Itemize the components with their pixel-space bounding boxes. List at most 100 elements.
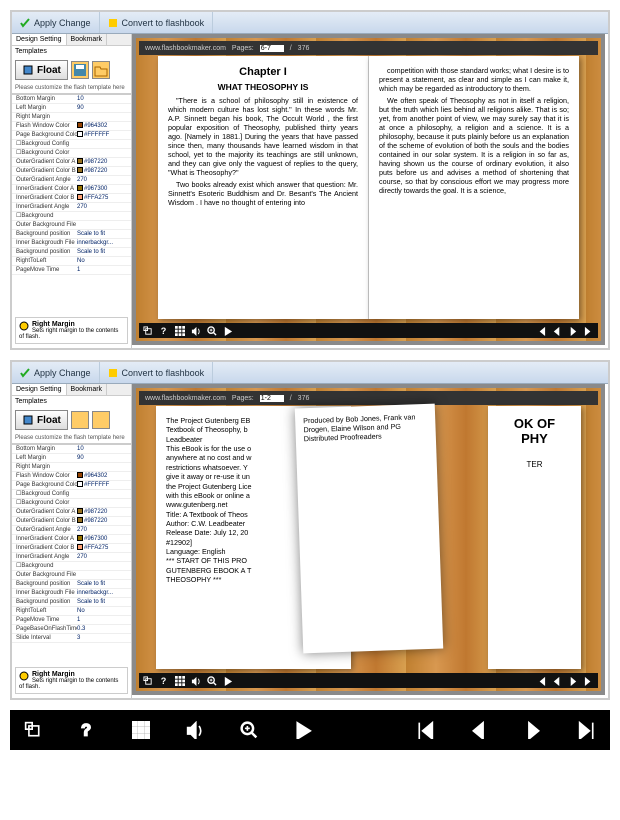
prop-row[interactable]: InnerGradient Color A#967300 [12, 535, 131, 544]
prop-row[interactable]: OuterGradient Color A#987220 [12, 158, 131, 167]
sound-icon[interactable] [191, 326, 201, 336]
prop-row[interactable]: Background positionScale to fit [12, 230, 131, 239]
prop-row[interactable]: Background positionScale to fit [12, 248, 131, 257]
prop-row[interactable]: PageMove Time1 [12, 266, 131, 275]
prop-row[interactable]: ☐Backgroud Config [12, 490, 131, 499]
zoom-icon[interactable] [240, 721, 258, 739]
tab-bookmark[interactable]: Bookmark [67, 34, 108, 45]
sound-icon[interactable] [191, 676, 201, 686]
book-page-left: Chapter I WHAT THEOSOPHY IS "There is a … [158, 56, 369, 319]
tab-design[interactable]: Design Setting [12, 384, 67, 395]
flipping-page: Produced by Bob Jones, Frank van Drogen,… [295, 404, 443, 654]
full-icon[interactable] [143, 326, 153, 336]
prop-row[interactable]: OuterGradient Color A#987220 [12, 508, 131, 517]
prop-row[interactable]: Outer Background File [12, 571, 131, 580]
play-icon[interactable] [223, 326, 233, 336]
first-icon[interactable] [416, 721, 434, 739]
svg-text:?: ? [81, 722, 91, 739]
full-icon[interactable] [24, 721, 42, 739]
first-icon[interactable] [536, 676, 546, 686]
prop-row[interactable]: ☐Backgroud Config [12, 140, 131, 149]
thumb-icon[interactable] [132, 721, 150, 739]
prop-row[interactable]: ☐Background Color [12, 149, 131, 158]
hint-title: Right Margin [32, 321, 75, 328]
open-icon[interactable] [92, 61, 110, 79]
prop-row[interactable]: ☐Background [12, 212, 131, 221]
thumb-icon[interactable] [175, 676, 185, 686]
open-icon[interactable] [92, 411, 110, 429]
prop-row[interactable]: PageBaseOnFlashTime0.3 [12, 625, 131, 634]
next-icon[interactable] [568, 676, 578, 686]
hint-body: Sets right margin to the contents of fla… [19, 328, 118, 340]
prop-row[interactable]: ☐Background [12, 562, 131, 571]
prop-row[interactable]: Left Margin90 [12, 104, 131, 113]
zoom-icon[interactable] [207, 676, 217, 686]
convert-button[interactable]: Convert to flashbook [100, 12, 214, 33]
tab-design[interactable]: Design Setting [12, 34, 67, 45]
prop-row[interactable]: Bottom Margin10 [12, 445, 131, 454]
prop-row[interactable]: InnerGradient Color A#967300 [12, 185, 131, 194]
prop-row[interactable]: InnerGradient Angle270 [12, 203, 131, 212]
prop-row[interactable]: Page Background Color#FFFFFF [12, 481, 131, 490]
prop-row[interactable]: OuterGradient Color B#987220 [12, 167, 131, 176]
sound-icon[interactable] [186, 721, 204, 739]
prop-row[interactable]: Right Margin [12, 463, 131, 472]
prop-row[interactable]: Background positionScale to fit [12, 598, 131, 607]
last-icon[interactable] [584, 326, 594, 336]
float-button[interactable]: Float [15, 410, 68, 430]
apply-change-button[interactable]: Apply Change [12, 362, 100, 383]
zoom-icon[interactable] [207, 326, 217, 336]
prop-row[interactable]: InnerGradient Color B#FFA275 [12, 194, 131, 203]
prop-row[interactable]: ☐Background Color [12, 499, 131, 508]
prop-row[interactable]: OuterGradient Color B#987220 [12, 517, 131, 526]
prop-row[interactable]: Right Margin [12, 113, 131, 122]
page-total: 376 [298, 45, 310, 52]
first-icon[interactable] [536, 326, 546, 336]
prev-icon[interactable] [552, 676, 562, 686]
prop-row[interactable]: Slide Interval3 [12, 634, 131, 643]
prev-icon[interactable] [470, 721, 488, 739]
page-input[interactable] [260, 45, 284, 52]
svg-text:?: ? [161, 676, 167, 686]
convert-button[interactable]: Convert to flashbook [100, 362, 214, 383]
prop-row[interactable]: RightToLeftNo [12, 607, 131, 616]
prop-row[interactable]: InnerGradient Angle270 [12, 553, 131, 562]
help-icon[interactable]: ? [78, 721, 96, 739]
prop-row[interactable]: AutoPlayNo [12, 643, 131, 644]
prop-row[interactable]: Left Margin90 [12, 454, 131, 463]
pages-label: Pages: [232, 45, 254, 52]
prop-row[interactable]: Flash Window Color#964302 [12, 472, 131, 481]
prop-row[interactable]: InnerGradient Color B#FFA275 [12, 544, 131, 553]
prop-row[interactable]: Flash Window Color#964302 [12, 122, 131, 131]
prop-row[interactable]: Outer Background File [12, 221, 131, 230]
next-icon[interactable] [524, 721, 542, 739]
save-icon[interactable] [71, 411, 89, 429]
play-icon[interactable] [223, 676, 233, 686]
prop-row[interactable]: Background positionScale to fit [12, 580, 131, 589]
next-icon[interactable] [568, 326, 578, 336]
thumb-icon[interactable] [175, 326, 185, 336]
prop-row[interactable]: RightToLeftNo [12, 257, 131, 266]
templates-label: Templates [12, 46, 131, 57]
last-icon[interactable] [584, 676, 594, 686]
prop-row[interactable]: PageMove Time1 [12, 616, 131, 625]
apply-change-button[interactable]: Apply Change [12, 12, 100, 33]
prev-icon[interactable] [552, 326, 562, 336]
prop-row[interactable]: Page Background Color#FFFFFF [12, 131, 131, 140]
prop-row[interactable]: Bottom Margin10 [12, 95, 131, 104]
book-page-right: competition with those standard works; w… [369, 56, 579, 319]
prop-row[interactable]: Inner Backgroudh Fileinnerbackgr... [12, 239, 131, 248]
prop-row[interactable]: OuterGradient Angle270 [12, 526, 131, 535]
full-icon[interactable] [143, 676, 153, 686]
tab-bookmark[interactable]: Bookmark [67, 384, 108, 395]
help-icon[interactable]: ? [159, 326, 169, 336]
last-icon[interactable] [578, 721, 596, 739]
float-button[interactable]: Float [15, 60, 68, 80]
prop-row[interactable]: OuterGradient Angle270 [12, 176, 131, 185]
page-input[interactable] [260, 395, 284, 402]
prop-row[interactable]: Inner Backgroudh Fileinnerbackgr... [12, 589, 131, 598]
help-icon[interactable]: ? [159, 676, 169, 686]
url-label: www.flashbookmaker.com [145, 45, 226, 52]
save-icon[interactable] [71, 61, 89, 79]
play-icon[interactable] [294, 721, 312, 739]
